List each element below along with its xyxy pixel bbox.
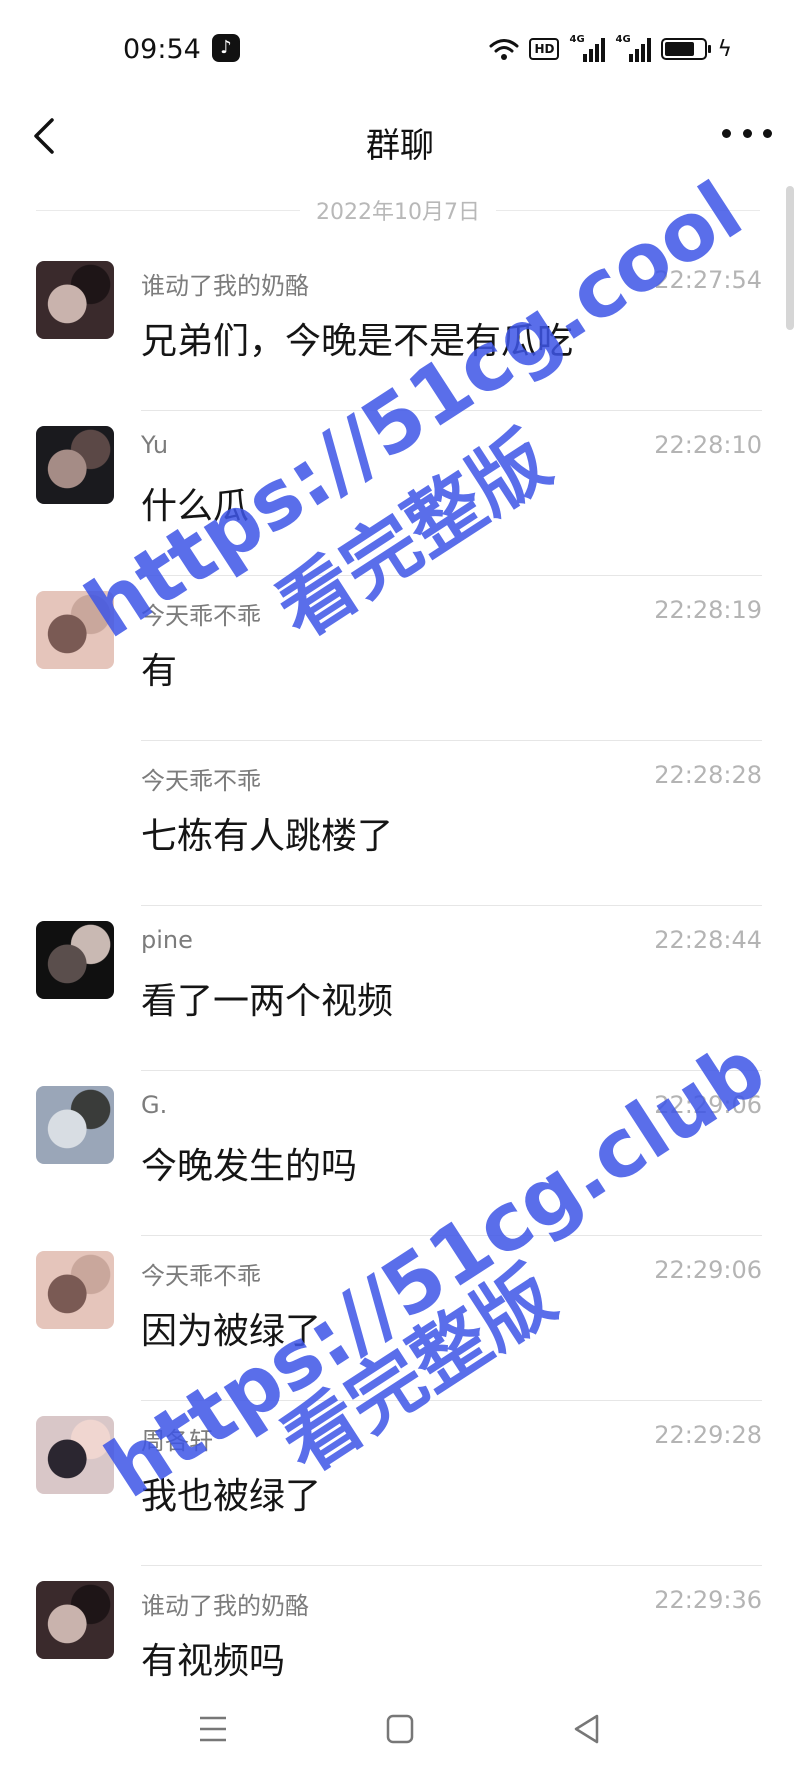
status-icons: HD 4G 4G ϟ <box>489 34 732 64</box>
message-time: 22:29:06 <box>654 1256 762 1284</box>
chat-message-row[interactable]: 周各轩 22:29:28 我也被绿了 <box>0 1401 800 1566</box>
avatar[interactable] <box>36 1251 114 1329</box>
signal-icon-2: 4G <box>615 34 652 62</box>
chat-message-row[interactable]: 今天乖不乖 22:29:06 因为被绿了 <box>0 1236 800 1401</box>
message-time: 22:27:54 <box>654 266 762 294</box>
message-text: 兄弟们，今晚是不是有瓜吃 <box>141 321 574 362</box>
system-nav-bar <box>0 1682 800 1778</box>
message-text: 今晚发生的吗 <box>141 1146 358 1187</box>
message-list: 谁动了我的奶酪 22:27:54 兄弟们，今晚是不是有瓜吃 Yu 22:28:10 什么瓜… <box>0 246 800 1731</box>
message-time: 22:29:36 <box>654 1586 762 1614</box>
date-divider: 2022年10月7日 <box>36 190 761 230</box>
sender-name: 今天乖不乖 <box>141 767 261 795</box>
back-triangle-icon[interactable] <box>562 1704 612 1754</box>
message-text: 有视频吗 <box>141 1641 286 1682</box>
sender-name: 周各轩 <box>141 1427 213 1455</box>
date-label: 2022年10月7日 <box>316 200 480 225</box>
message-time: 22:28:10 <box>654 431 762 459</box>
message-time: 22:29:28 <box>654 1421 762 1449</box>
chat-message-row[interactable]: 今天乖不乖 22:28:19 有 <box>0 576 800 741</box>
message-time: 22:28:44 <box>654 926 762 954</box>
chat-message-row[interactable]: 谁动了我的奶酪 22:27:54 兄弟们，今晚是不是有瓜吃 <box>0 246 800 411</box>
avatar[interactable] <box>36 591 114 669</box>
message-text: 我也被绿了 <box>141 1476 322 1517</box>
avatar[interactable] <box>36 1581 114 1659</box>
wifi-icon <box>489 39 519 60</box>
avatar[interactable] <box>36 1416 114 1494</box>
chat-message-row[interactable]: 今天乖不乖 22:28:28 七栋有人跳楼了 <box>0 741 800 906</box>
message-text: 看了一两个视频 <box>141 981 394 1022</box>
network-type-label: 4G <box>569 34 585 45</box>
signal-icon-1: 4G <box>569 34 606 62</box>
network-type-label: 4G <box>615 34 631 45</box>
message-text: 有 <box>141 651 178 692</box>
hd-voice-icon: HD <box>529 38 560 60</box>
sender-name: 谁动了我的奶酪 <box>141 272 309 300</box>
chat-message-row[interactable]: Yu 22:28:10 什么瓜 <box>0 411 800 576</box>
avatar[interactable] <box>36 921 114 999</box>
battery-icon <box>661 38 712 60</box>
sender-name: G. <box>141 1091 168 1119</box>
home-square-icon[interactable] <box>375 1704 425 1754</box>
sender-name: 今天乖不乖 <box>141 602 261 630</box>
page-title: 群聊 <box>366 126 434 166</box>
status-time: 09:54 <box>123 34 201 65</box>
status-bar: 09:54 ♪ HD 4G 4G ϟ <box>0 0 800 100</box>
message-text: 因为被绿了 <box>141 1311 322 1352</box>
tiktok-icon: ♪ <box>212 34 240 62</box>
message-text: 什么瓜 <box>141 486 250 527</box>
sender-name: 谁动了我的奶酪 <box>141 1592 309 1620</box>
charging-icon: ϟ <box>717 36 732 62</box>
sender-name: Yu <box>141 431 169 459</box>
avatar[interactable] <box>36 1086 114 1164</box>
chat-header: 群聊 <box>0 100 800 180</box>
avatar[interactable] <box>36 426 114 504</box>
battery-level-fill <box>665 42 694 56</box>
message-time: 22:28:19 <box>654 596 762 624</box>
sender-name: 今天乖不乖 <box>141 1262 261 1290</box>
message-text: 七栋有人跳楼了 <box>141 816 394 857</box>
message-time: 22:29:06 <box>654 1091 762 1119</box>
sender-name: pine <box>141 926 193 954</box>
avatar[interactable] <box>36 261 114 339</box>
message-time: 22:28:28 <box>654 761 762 789</box>
menu-lines-icon[interactable] <box>188 1704 238 1754</box>
chat-message-row[interactable]: pine 22:28:44 看了一两个视频 <box>0 906 800 1071</box>
chat-message-row[interactable]: G. 22:29:06 今晚发生的吗 <box>0 1071 800 1236</box>
more-dots-icon[interactable] <box>722 118 772 148</box>
